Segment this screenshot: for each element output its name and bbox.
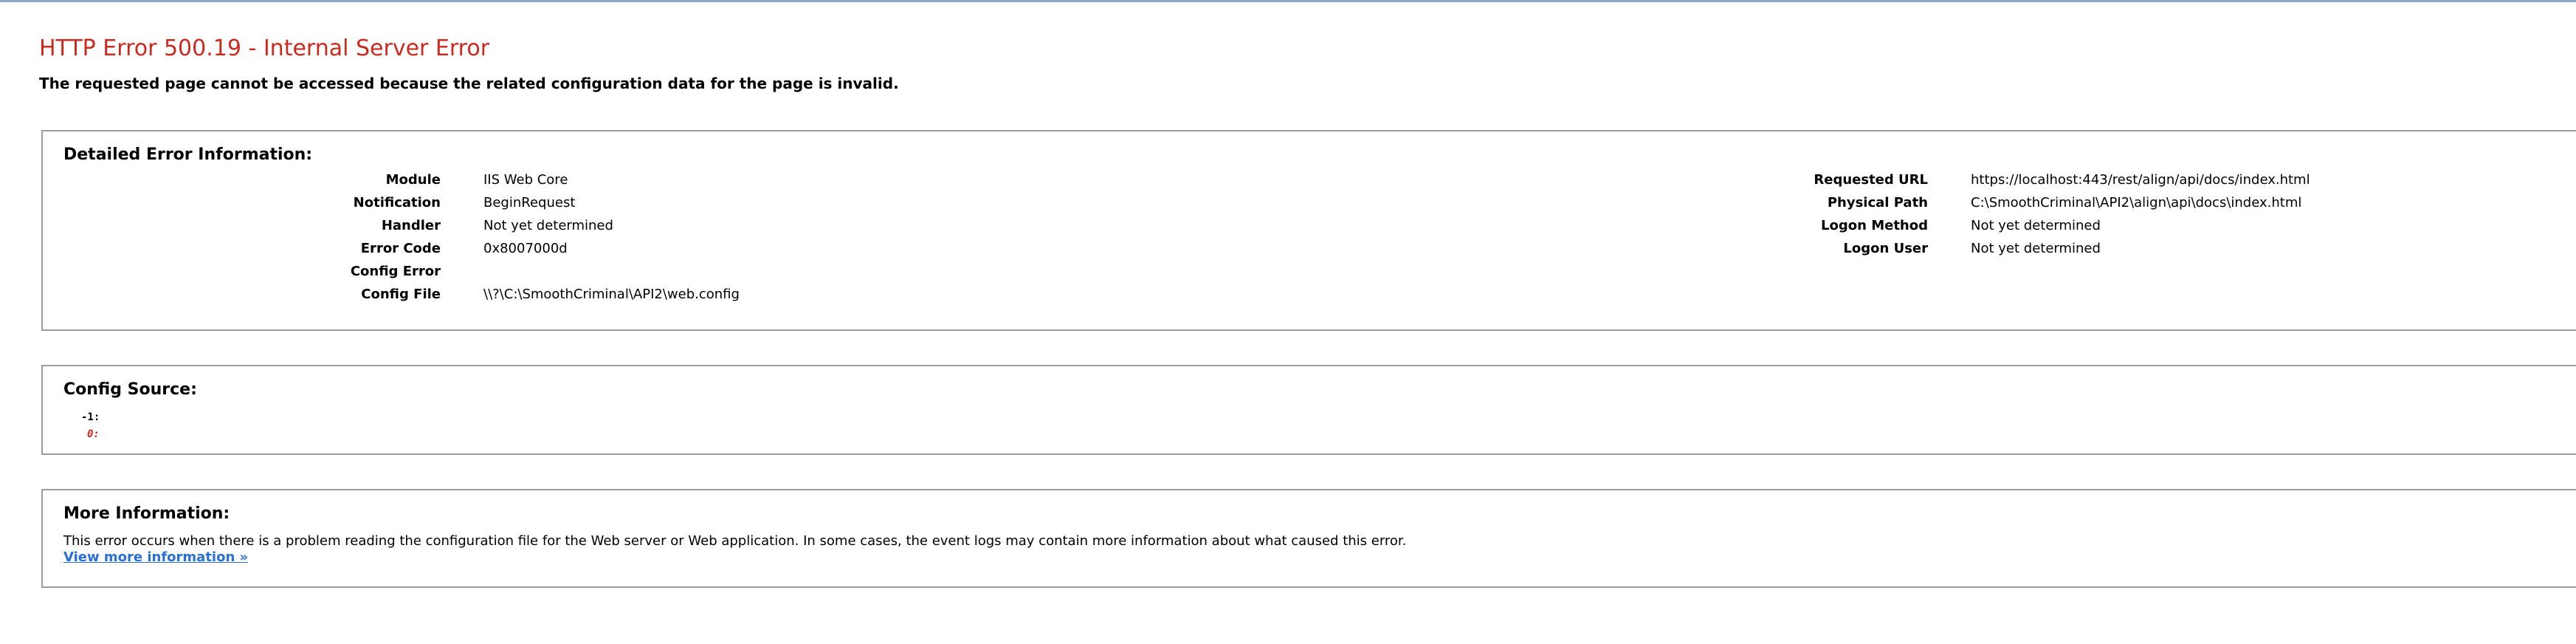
config-source-heading: Config Source:: [63, 380, 197, 399]
page-subtitle: The requested page cannot be accessed be…: [39, 75, 899, 92]
logon-method-value: Not yet determined: [1971, 218, 2101, 233]
view-more-information-link[interactable]: View more information »: [63, 549, 248, 566]
config-file-value: \\?\C:\SmoothCriminal\API2\web.config: [483, 287, 740, 302]
notification-label: Notification: [353, 195, 441, 210]
table-row: Logon User Not yet determined: [1534, 237, 2310, 260]
detailed-error-panel: Detailed Error Information: Module IIS W…: [41, 130, 2576, 331]
physical-path-value: C:\SmoothCriminal\API2\align\api\docs\in…: [1971, 195, 2302, 210]
physical-path-label: Physical Path: [1827, 195, 1928, 210]
more-information-text: This error occurs when there is a proble…: [63, 533, 1407, 549]
page-title: HTTP Error 500.19 - Internal Server Erro…: [39, 35, 490, 61]
table-row: Config File \\?\C:\SmoothCriminal\API2\w…: [43, 283, 740, 306]
table-row: Notification BeginRequest: [43, 191, 740, 214]
config-error-value: [483, 260, 740, 283]
table-row: Module IIS Web Core: [43, 168, 740, 191]
module-value: IIS Web Core: [483, 172, 568, 188]
config-source-line: -1:: [81, 411, 100, 423]
handler-value: Not yet determined: [483, 218, 613, 233]
page-header: HTTP Error 500.19 - Internal Server Erro…: [39, 35, 899, 93]
logon-user-label: Logon User: [1843, 241, 1928, 256]
error-code-label: Error Code: [360, 241, 441, 256]
error-code-value: 0x8007000d: [483, 241, 568, 256]
table-row: Logon Method Not yet determined: [1534, 214, 2310, 237]
requested-url-label: Requested URL: [1814, 172, 1928, 188]
notification-value: BeginRequest: [483, 195, 576, 210]
table-row: Error Code 0x8007000d: [43, 237, 740, 260]
table-row: Physical Path C:\SmoothCriminal\API2\ali…: [1534, 191, 2310, 214]
more-information-heading: More Information:: [63, 504, 230, 523]
error-details-right-table: Requested URL https://localhost:443/rest…: [1534, 168, 2310, 260]
config-error-label: Config Error: [350, 264, 441, 279]
handler-label: Handler: [381, 218, 441, 233]
config-file-label: Config File: [361, 287, 441, 302]
table-row: Handler Not yet determined: [43, 214, 740, 237]
requested-url-value: https://localhost:443/rest/align/api/doc…: [1971, 172, 2310, 188]
table-row: Requested URL https://localhost:443/rest…: [1534, 168, 2310, 191]
table-row: Config Error: [43, 260, 740, 283]
logon-method-label: Logon Method: [1821, 218, 1928, 233]
logon-user-value: Not yet determined: [1971, 241, 2101, 256]
module-label: Module: [385, 172, 441, 188]
more-information-panel: More Information: This error occurs when…: [41, 489, 2576, 588]
error-details-left-table: Module IIS Web Core Notification BeginRe…: [43, 168, 740, 306]
detailed-error-heading: Detailed Error Information:: [63, 145, 313, 164]
config-source-error-line: 0:: [87, 428, 100, 440]
top-rule: [0, 0, 2576, 2]
config-source-panel: Config Source: -1: 0:: [41, 365, 2576, 455]
